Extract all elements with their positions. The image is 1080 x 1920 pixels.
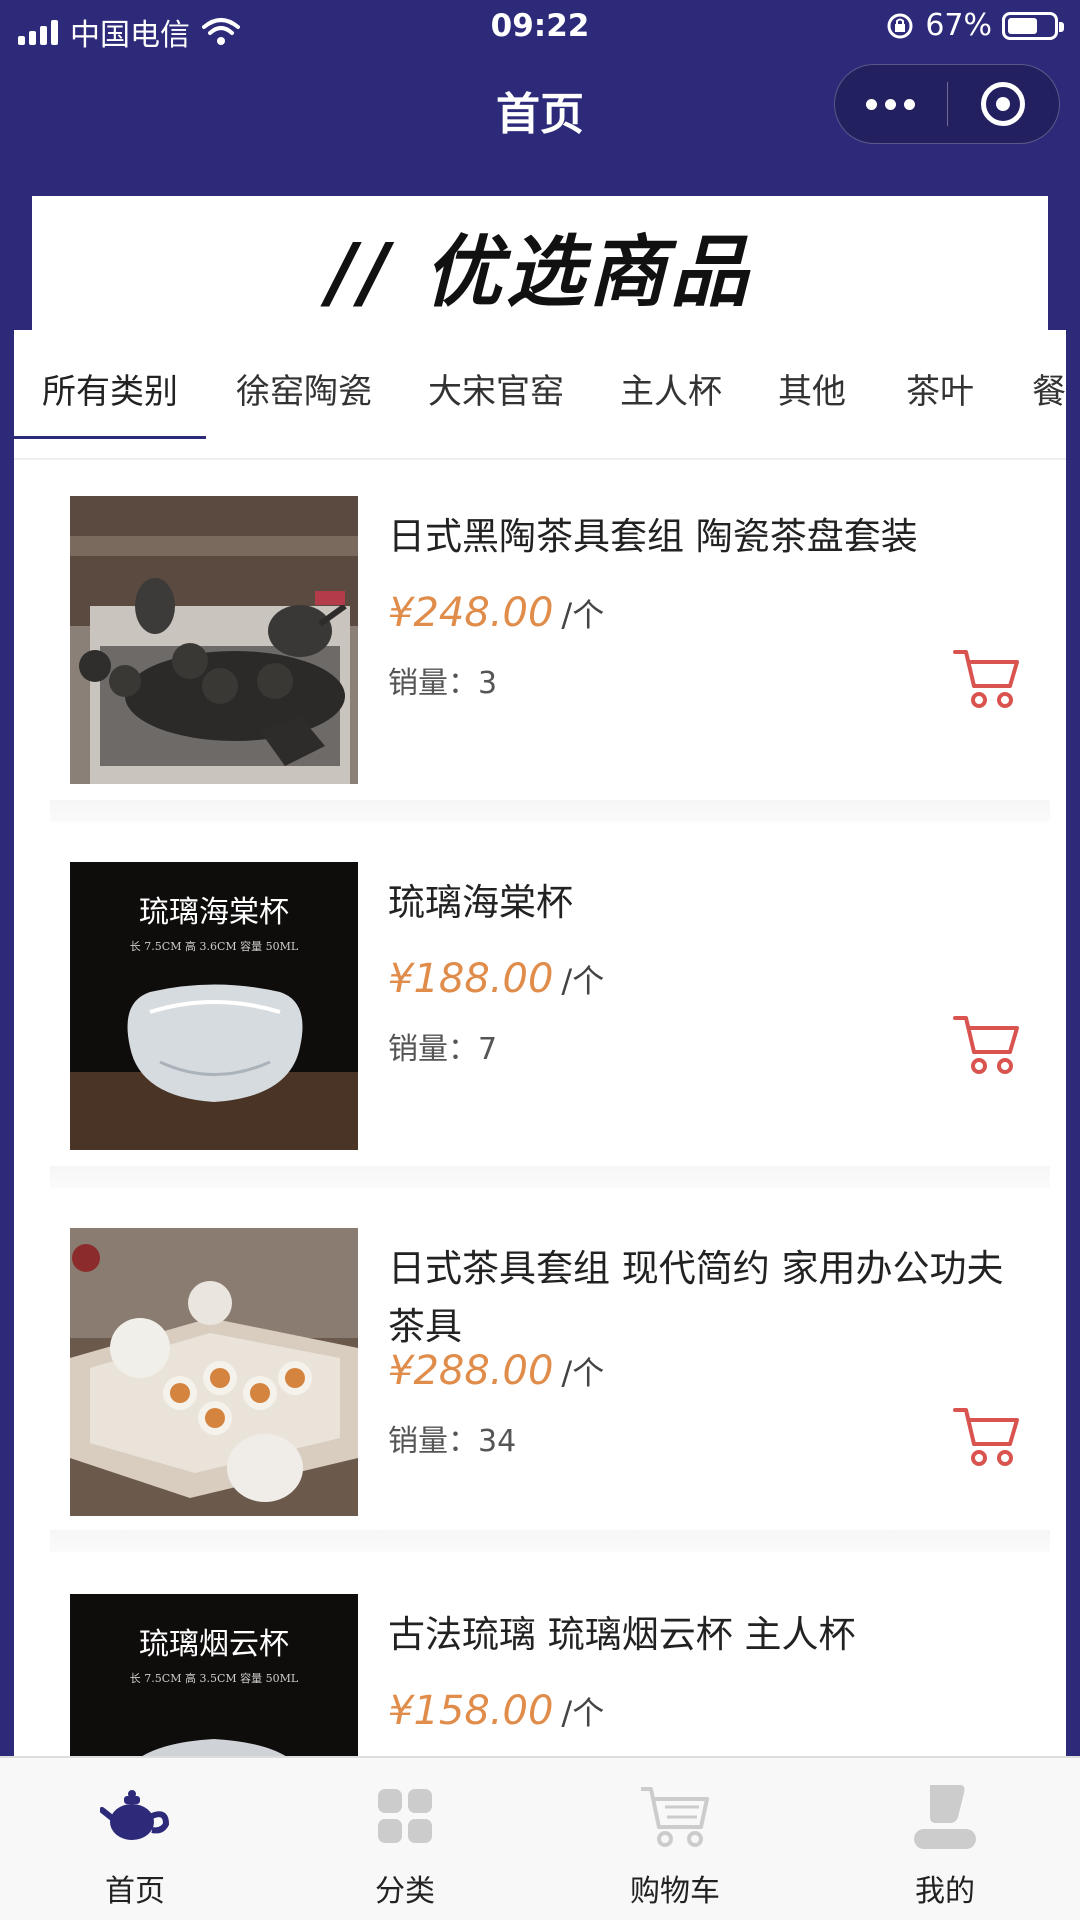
price-row: ¥288.00 /个 [388, 1348, 604, 1394]
product-price: ¥188.00 [388, 956, 554, 1002]
status-right: 67% [885, 8, 1064, 43]
product-sales: 销量：34 [388, 1424, 517, 1459]
product-price: ¥288.00 [388, 1348, 554, 1394]
price-unit: /个 [561, 596, 605, 634]
close-miniprogram-button[interactable] [948, 82, 1060, 126]
target-icon [981, 82, 1026, 126]
tab-label: 我的 [915, 1874, 975, 1909]
category-tabs[interactable]: 所有类别 徐窑陶瓷 大宋官窑 主人杯 其他 茶叶 餐具 [14, 330, 1066, 460]
image-caption-title: 琉璃海棠杯 [139, 895, 289, 930]
status-bar: 中国电信 09:22 67% [0, 0, 1080, 56]
product-name[interactable]: 日式茶具套组 现代简约 家用办公功夫茶具 [388, 1240, 1028, 1356]
product-image-black-tea-set[interactable] [70, 496, 358, 784]
miniprogram-capsule [834, 64, 1060, 144]
content-sheet: 所有类别 徐窑陶瓷 大宋官窑 主人杯 其他 茶叶 餐具 [14, 330, 1066, 1760]
more-options-button[interactable] [835, 98, 947, 110]
product-sales: 销量：3 [388, 666, 498, 701]
tab-profile[interactable]: 我的 [810, 1758, 1080, 1920]
image-caption-spec: 长 7.5CM 高 3.6CM 容量 50ML [130, 939, 299, 953]
banner-title: // 优选商品 [327, 228, 753, 318]
product-card[interactable]: 琉璃海棠杯 长 7.5CM 高 3.6CM 容量 50ML 琉璃海棠杯 ¥188… [14, 828, 1066, 1188]
battery-icon [1002, 11, 1064, 40]
battery-percent: 67% [925, 8, 992, 43]
product-image-glass-yanyun-cup[interactable]: 琉璃烟云杯 长 7.5CM 高 3.5CM 容量 50ML [70, 1594, 358, 1760]
tab-label: 分类 [375, 1874, 435, 1909]
product-card[interactable]: 琉璃烟云杯 长 7.5CM 高 3.5CM 容量 50ML 古法琉璃 琉璃烟云杯… [14, 1560, 1066, 1760]
grid-icon [366, 1780, 444, 1852]
image-caption-spec: 长 7.5CM 高 3.5CM 容量 50ML [130, 1671, 299, 1685]
tab-label: 首页 [105, 1874, 165, 1909]
price-unit: /个 [561, 962, 605, 1000]
tab-tea[interactable]: 茶叶 [906, 364, 974, 413]
shopping-cart-icon [636, 1780, 714, 1852]
tab-label: 购物车 [630, 1874, 720, 1909]
tab-dasong[interactable]: 大宋官窑 [428, 364, 564, 413]
featured-banner: // 优选商品 [32, 196, 1048, 336]
price-unit: /个 [561, 1694, 605, 1732]
price-row: ¥188.00 /个 [388, 956, 604, 1002]
product-image-white-tea-set[interactable] [70, 1228, 358, 1516]
teapot-icon [96, 1780, 174, 1852]
nav-bar: 首页 [0, 56, 1080, 156]
product-name[interactable]: 古法琉璃 琉璃烟云杯 主人杯 [388, 1606, 1028, 1664]
product-price: ¥248.00 [388, 590, 554, 636]
image-caption-title: 琉璃烟云杯 [139, 1627, 289, 1662]
product-sales: 销量：7 [388, 1032, 498, 1067]
tab-other[interactable]: 其他 [778, 364, 846, 413]
active-tab-indicator [14, 436, 206, 439]
product-image-glass-haitang-cup[interactable]: 琉璃海棠杯 长 7.5CM 高 3.6CM 容量 50ML [70, 862, 358, 1150]
product-card[interactable]: 日式黑陶茶具套组 陶瓷茶盘套装 ¥248.00 /个 销量：3 [14, 462, 1066, 822]
add-to-cart-icon[interactable] [952, 1404, 1022, 1470]
user-icon [906, 1780, 984, 1852]
tab-all[interactable]: 所有类别 [42, 364, 178, 413]
add-to-cart-icon[interactable] [952, 1012, 1022, 1078]
card-separator [50, 1530, 1050, 1552]
bottom-tab-bar: 首页 分类 购物车 我的 [0, 1756, 1080, 1920]
rotation-lock-icon [887, 13, 913, 38]
add-to-cart-icon[interactable] [952, 646, 1022, 712]
price-row: ¥158.00 /个 [388, 1688, 604, 1734]
app-page: 中国电信 09:22 67% 首页 // 优选商品 所有类别 徐窑陶瓷 大宋官窑… [0, 0, 1080, 1920]
product-name[interactable]: 日式黑陶茶具套组 陶瓷茶盘套装 [388, 508, 1028, 566]
tab-tableware[interactable]: 餐具 [1032, 364, 1066, 413]
card-separator [50, 1166, 1050, 1188]
price-row: ¥248.00 /个 [388, 590, 604, 636]
product-name[interactable]: 琉璃海棠杯 [388, 874, 1028, 932]
card-separator [50, 800, 1050, 822]
tab-category[interactable]: 分类 [270, 1758, 540, 1920]
product-price: ¥158.00 [388, 1688, 554, 1734]
tab-home[interactable]: 首页 [0, 1758, 270, 1920]
tab-master-cup[interactable]: 主人杯 [620, 364, 722, 413]
tab-xuyao[interactable]: 徐窑陶瓷 [236, 364, 372, 413]
price-unit: /个 [561, 1354, 605, 1392]
tab-cart[interactable]: 购物车 [540, 1758, 810, 1920]
